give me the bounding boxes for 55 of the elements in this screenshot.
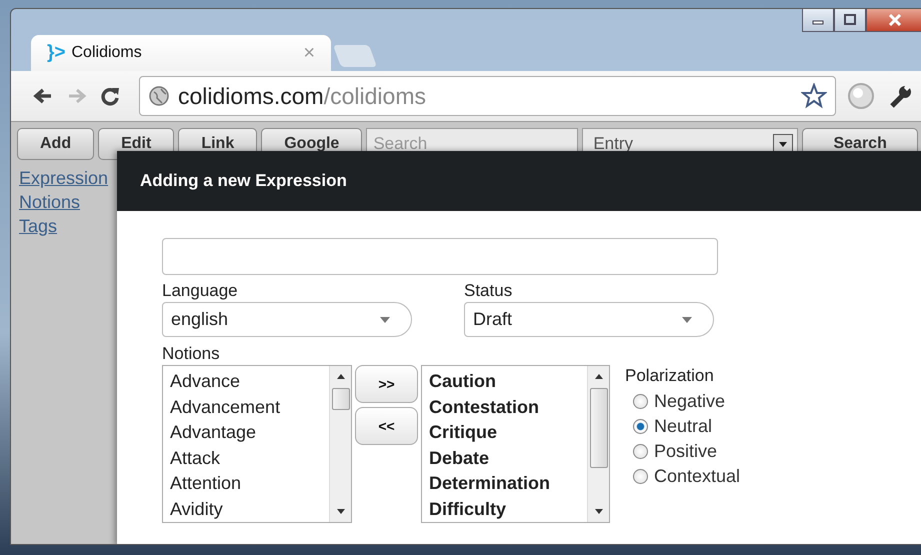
scroll-up-icon[interactable] (336, 372, 346, 380)
list-item[interactable]: Critique (429, 420, 587, 446)
scrollbar[interactable] (329, 366, 351, 522)
list-item[interactable]: Advancement (170, 394, 329, 420)
radio-option[interactable]: Neutral (633, 416, 740, 437)
radio-option[interactable]: Contextual (633, 466, 740, 487)
list-item[interactable]: Difficulty (429, 496, 587, 522)
radio-button[interactable] (633, 444, 648, 459)
scroll-down-icon[interactable] (594, 508, 604, 516)
list-item[interactable]: Debate (429, 446, 587, 471)
scroll-up-icon[interactable] (594, 372, 604, 380)
status-dropdown[interactable]: Draft (464, 302, 714, 337)
caret-icon (379, 316, 391, 324)
move-button[interactable]: >> (355, 365, 418, 403)
close-icon (887, 14, 903, 26)
expression-field[interactable] (162, 238, 718, 275)
radio-button[interactable] (633, 394, 648, 409)
minimize-button[interactable] (802, 9, 834, 32)
radio-option[interactable]: Negative (633, 391, 740, 412)
chosen-notions-list[interactable]: Caution Contestation Critique Debate Determination Difficulty (421, 365, 610, 523)
toolbar-button[interactable]: Add (17, 128, 94, 160)
dialog-title: Adding a new Expression (140, 171, 347, 191)
list-item[interactable]: Caution (429, 369, 587, 394)
maximize-icon (843, 14, 857, 26)
scroll-thumb[interactable] (590, 388, 608, 468)
notions-label: Notions (162, 343, 221, 365)
tab-title: Colidioms (72, 44, 143, 62)
url-text: colidioms.com/colidioms (178, 82, 427, 110)
polarization-label: Polarization (625, 365, 715, 387)
list-item[interactable]: Advance (170, 369, 329, 394)
star-icon[interactable] (801, 83, 827, 109)
available-notions-list[interactable]: Advance Advancement Advantage Attack Attention Avidity (162, 365, 352, 523)
list-item[interactable]: Contestation (429, 394, 587, 420)
scroll-down-icon[interactable] (336, 508, 346, 516)
list-item[interactable]: Attention (170, 471, 329, 496)
reload-icon[interactable] (99, 85, 121, 107)
radio-button[interactable] (633, 469, 648, 484)
language-label: Language (162, 280, 239, 302)
language-dropdown[interactable]: english (162, 302, 412, 337)
browser-tab[interactable]: }> Colidioms × (31, 35, 331, 71)
address-bar[interactable]: colidioms.com/colidioms (139, 76, 836, 116)
logo: }> (47, 42, 66, 64)
close-button[interactable] (866, 9, 921, 32)
list-item[interactable]: Attack (170, 446, 329, 471)
move-button[interactable]: << (355, 407, 418, 445)
radio-option[interactable]: Positive (633, 441, 740, 462)
maximize-button[interactable] (834, 9, 866, 32)
radio-button[interactable] (633, 419, 648, 434)
list-item[interactable]: Avidity (170, 496, 329, 522)
list-item[interactable]: Determination (429, 471, 587, 496)
caret-icon (681, 316, 693, 324)
list-item[interactable]: Advantage (170, 420, 329, 446)
scrollbar[interactable] (587, 366, 609, 522)
status-label: Status (464, 280, 514, 302)
scroll-thumb[interactable] (332, 388, 350, 410)
